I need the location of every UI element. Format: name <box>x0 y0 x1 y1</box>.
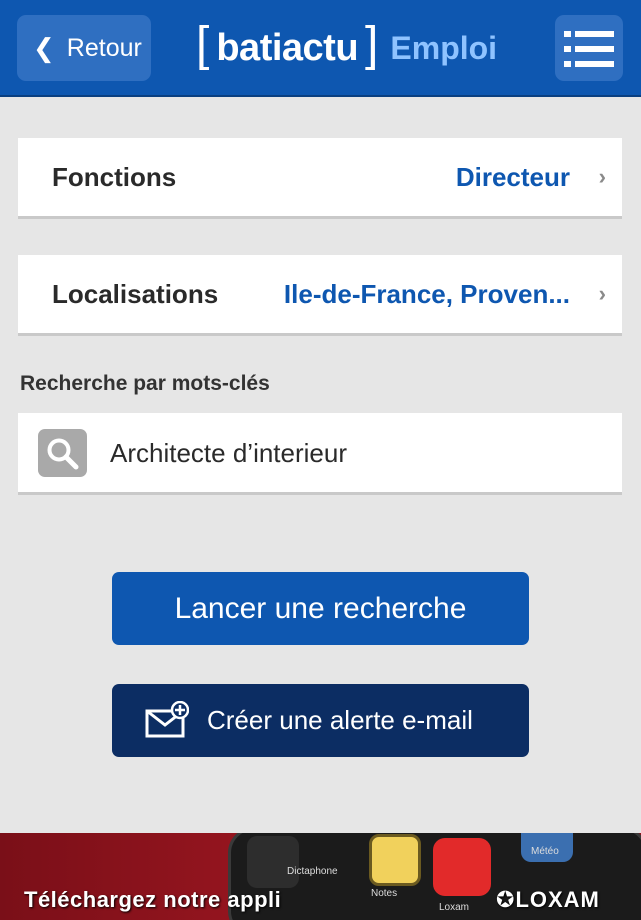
keywords-input[interactable] <box>110 431 600 475</box>
filter-localisations-row[interactable]: Localisations Ile-de-France, Proven... › <box>18 255 622 336</box>
app-label-dictaphone: Dictaphone <box>287 866 338 877</box>
chevron-right-icon: › <box>598 281 606 306</box>
logo-bracket-left: [ <box>196 18 210 71</box>
keywords-search-box <box>18 413 622 495</box>
loxam-app-icon <box>433 838 491 896</box>
banner-text: Téléchargez notre appli <box>24 887 282 912</box>
dictaphone-app-icon <box>247 836 299 888</box>
loxam-logo-icon: ✪ <box>496 887 516 912</box>
filter-localisations-value: Ile-de-France, Proven... <box>283 278 570 309</box>
filter-fonctions-row[interactable]: Fonctions Directeur › <box>18 138 622 219</box>
logo-name: batiactu <box>216 26 359 69</box>
app-label-notes: Notes <box>371 888 398 899</box>
mail-add-icon <box>145 701 189 738</box>
search-button[interactable]: Lancer une recherche <box>112 572 529 645</box>
logo-section: Emploi <box>390 29 498 66</box>
create-email-alert-button[interactable]: Créer une alerte e-mail <box>112 684 529 757</box>
hamburger-menu-icon <box>564 31 614 67</box>
filter-fonctions-value: Directeur <box>455 161 570 192</box>
filter-fonctions-label: Fonctions <box>52 161 177 192</box>
back-button[interactable]: ❮ Retour <box>17 15 151 81</box>
filter-localisations-label: Localisations <box>52 278 219 309</box>
logo-bracket-right: ] <box>365 18 379 71</box>
banner-brand-name: LOXAM <box>515 887 600 912</box>
app-header: ❮ Retour [ batiactu ] Emploi <box>0 0 641 97</box>
search-icon <box>38 429 87 477</box>
chevron-right-icon: › <box>598 164 606 189</box>
app-label-meteo: Météo <box>531 846 559 857</box>
brand-logo: [ batiactu ] Emploi <box>196 18 498 74</box>
notes-app-icon <box>369 834 421 886</box>
back-button-label: Retour <box>66 33 142 62</box>
keywords-label: Recherche par mots-clés <box>20 372 270 395</box>
app-label-loxam: Loxam <box>439 902 470 913</box>
menu-button[interactable] <box>555 15 623 81</box>
chevron-left-icon: ❮ <box>33 33 55 63</box>
create-email-alert-label: Créer une alerte e-mail <box>207 705 473 735</box>
ad-banner[interactable]: Dictaphone Notes Loxam Météo Téléchargez… <box>0 833 641 920</box>
banner-brand: ✪LOXAM <box>496 887 600 913</box>
